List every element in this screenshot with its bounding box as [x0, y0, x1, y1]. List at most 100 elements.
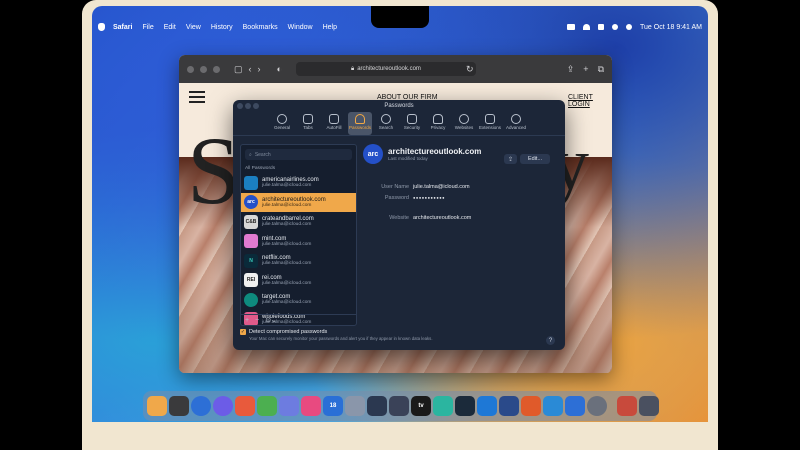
dock-keynote-icon[interactable]: [499, 396, 519, 416]
menu-clock[interactable]: Tue Oct 18 9:41 AM: [640, 24, 702, 31]
add-password-button[interactable]: +: [245, 317, 249, 324]
wifi-icon[interactable]: [583, 24, 590, 30]
menu-view[interactable]: View: [186, 24, 201, 31]
dock-messages-icon[interactable]: [213, 396, 233, 416]
close-button[interactable]: [187, 65, 194, 73]
pw-zoom-button[interactable]: [253, 103, 259, 109]
menu-file[interactable]: File: [142, 24, 153, 31]
help-button[interactable]: ?: [546, 336, 555, 345]
menu-bookmarks[interactable]: Bookmarks: [243, 24, 278, 31]
dock-launchpad-icon[interactable]: [169, 396, 189, 416]
remove-password-button[interactable]: −: [255, 317, 259, 324]
dock-music-icon[interactable]: [433, 396, 453, 416]
siri-icon[interactable]: [626, 24, 632, 30]
dock-finder-icon[interactable]: [147, 396, 167, 416]
more-options-button[interactable]: ⊙⌄: [265, 316, 277, 324]
username-value[interactable]: julie.talma@icloud.com: [413, 184, 470, 190]
dock-tv-icon[interactable]: tv: [411, 396, 431, 416]
password-item-netflix[interactable]: N netflix.com julie.talma@icloud.com: [241, 251, 356, 271]
password-item-target[interactable]: target.com julie.talma@icloud.com: [241, 290, 356, 310]
menu-help[interactable]: Help: [323, 24, 337, 31]
new-tab-icon[interactable]: +: [583, 64, 588, 75]
zoom-button[interactable]: [213, 65, 220, 73]
password-value[interactable]: ●●●●●●●●●●●: [413, 195, 445, 201]
password-item-architectureoutlook[interactable]: arc architectureoutlook.com julie.talma@i…: [241, 192, 356, 212]
dock-system-settings-icon[interactable]: [587, 396, 607, 416]
dock-trash-icon[interactable]: [639, 396, 659, 416]
dock-app-store-icon[interactable]: [565, 396, 585, 416]
dock-maps-icon[interactable]: [257, 396, 277, 416]
pw-close-button[interactable]: [237, 103, 243, 109]
url-text: architectureoutlook.com: [357, 66, 421, 72]
dock-calendar-icon[interactable]: 18: [323, 396, 343, 416]
pw-minimize-button[interactable]: [245, 103, 251, 109]
hamburger-menu-icon[interactable]: [189, 91, 205, 103]
tab-tabs[interactable]: Tabs: [296, 112, 320, 135]
password-search-input[interactable]: ⌕ Search: [245, 149, 352, 160]
dock-facetime-icon[interactable]: [301, 396, 321, 416]
reload-icon[interactable]: ↻: [466, 64, 474, 75]
architectureoutlook-logo-icon: arc: [244, 195, 258, 210]
search-placeholder: Search: [254, 151, 271, 158]
tab-security[interactable]: Security: [400, 112, 424, 135]
dock-photos-icon[interactable]: [279, 396, 299, 416]
list-footer: + − ⊙⌄: [241, 314, 356, 325]
tab-label: Tabs: [303, 125, 313, 130]
password-item-americanairlines[interactable]: americanairlines.com julie.talma@icloud.c…: [241, 173, 356, 193]
item-user: julie.talma@icloud.com: [262, 202, 312, 208]
tab-autofill[interactable]: AutoFill: [322, 112, 346, 135]
compromised-section: ✓ Detect compromised passwords Your Mac …: [240, 329, 560, 341]
item-user: julie.talma@icloud.com: [262, 300, 312, 306]
password-list-pane: ⌕ Search All Passwords americanairlines.…: [240, 144, 357, 326]
minimize-button[interactable]: [200, 65, 207, 73]
tab-overview-icon[interactable]: ⧉: [598, 64, 604, 75]
tab-label: General: [273, 125, 290, 130]
menu-app-name[interactable]: Safari: [113, 24, 132, 31]
apple-icon[interactable]: [98, 23, 105, 31]
dock-mail-icon[interactable]: [235, 396, 255, 416]
autofill-icon: [329, 114, 339, 124]
dock-reminders-icon[interactable]: [367, 396, 387, 416]
spotlight-icon[interactable]: [612, 24, 618, 30]
dock-podcasts-icon[interactable]: [455, 396, 475, 416]
crateandbarrel-logo-icon: C&B: [244, 214, 258, 229]
sidebar-icon[interactable]: ▢: [234, 64, 243, 75]
share-button[interactable]: ⇪: [504, 154, 517, 164]
dock-contacts-icon[interactable]: [345, 396, 365, 416]
tab-advanced[interactable]: Advanced: [504, 112, 528, 135]
dock-downloads-icon[interactable]: [617, 396, 637, 416]
privacy-shield-icon[interactable]: ◐: [277, 64, 282, 74]
back-icon[interactable]: ‹: [249, 64, 252, 74]
client-login-link[interactable]: CLIENT LOGIN: [568, 94, 612, 108]
dock-notes-icon[interactable]: [389, 396, 409, 416]
menu-window[interactable]: Window: [288, 24, 313, 31]
tab-privacy[interactable]: Privacy: [426, 112, 450, 135]
menu-edit[interactable]: Edit: [164, 24, 176, 31]
americanairlines-logo-icon: [244, 175, 258, 190]
detect-label: Detect compromised passwords: [249, 329, 328, 335]
password-item-rei[interactable]: REI rei.com julie.talma@icloud.com: [241, 271, 356, 291]
website-value[interactable]: architectureoutlook.com: [413, 215, 471, 221]
tab-websites[interactable]: Websites: [452, 112, 476, 135]
forward-icon[interactable]: ›: [258, 64, 261, 74]
battery-icon[interactable]: [567, 24, 575, 30]
password-item-mint[interactable]: mint.com julie.talma@icloud.com: [241, 232, 356, 252]
dock-pages-icon[interactable]: [543, 396, 563, 416]
dock-news-icon[interactable]: [477, 396, 497, 416]
tab-passwords[interactable]: Passwords: [348, 112, 372, 135]
dock-numbers-icon[interactable]: [521, 396, 541, 416]
tab-general[interactable]: General: [270, 112, 294, 135]
control-center-icon[interactable]: [598, 24, 604, 30]
key-icon: [355, 114, 365, 124]
dock-safari-icon[interactable]: [191, 396, 211, 416]
tab-label: Search: [378, 125, 394, 130]
tab-search[interactable]: Search: [374, 112, 398, 135]
edit-button[interactable]: Edit...: [520, 154, 550, 164]
detect-compromised-checkbox[interactable]: ✓ Detect compromised passwords: [240, 329, 560, 335]
password-item-crateandbarrel[interactable]: C&B crateandbarrel.com julie.talma@icloud…: [241, 212, 356, 232]
tab-extensions[interactable]: Extensions: [478, 112, 502, 135]
menu-history[interactable]: History: [211, 24, 233, 31]
share-icon[interactable]: ⇪: [567, 64, 575, 75]
address-bar[interactable]: 🔒︎ architectureoutlook.com: [295, 62, 476, 76]
tab-label: Websites: [454, 125, 474, 130]
